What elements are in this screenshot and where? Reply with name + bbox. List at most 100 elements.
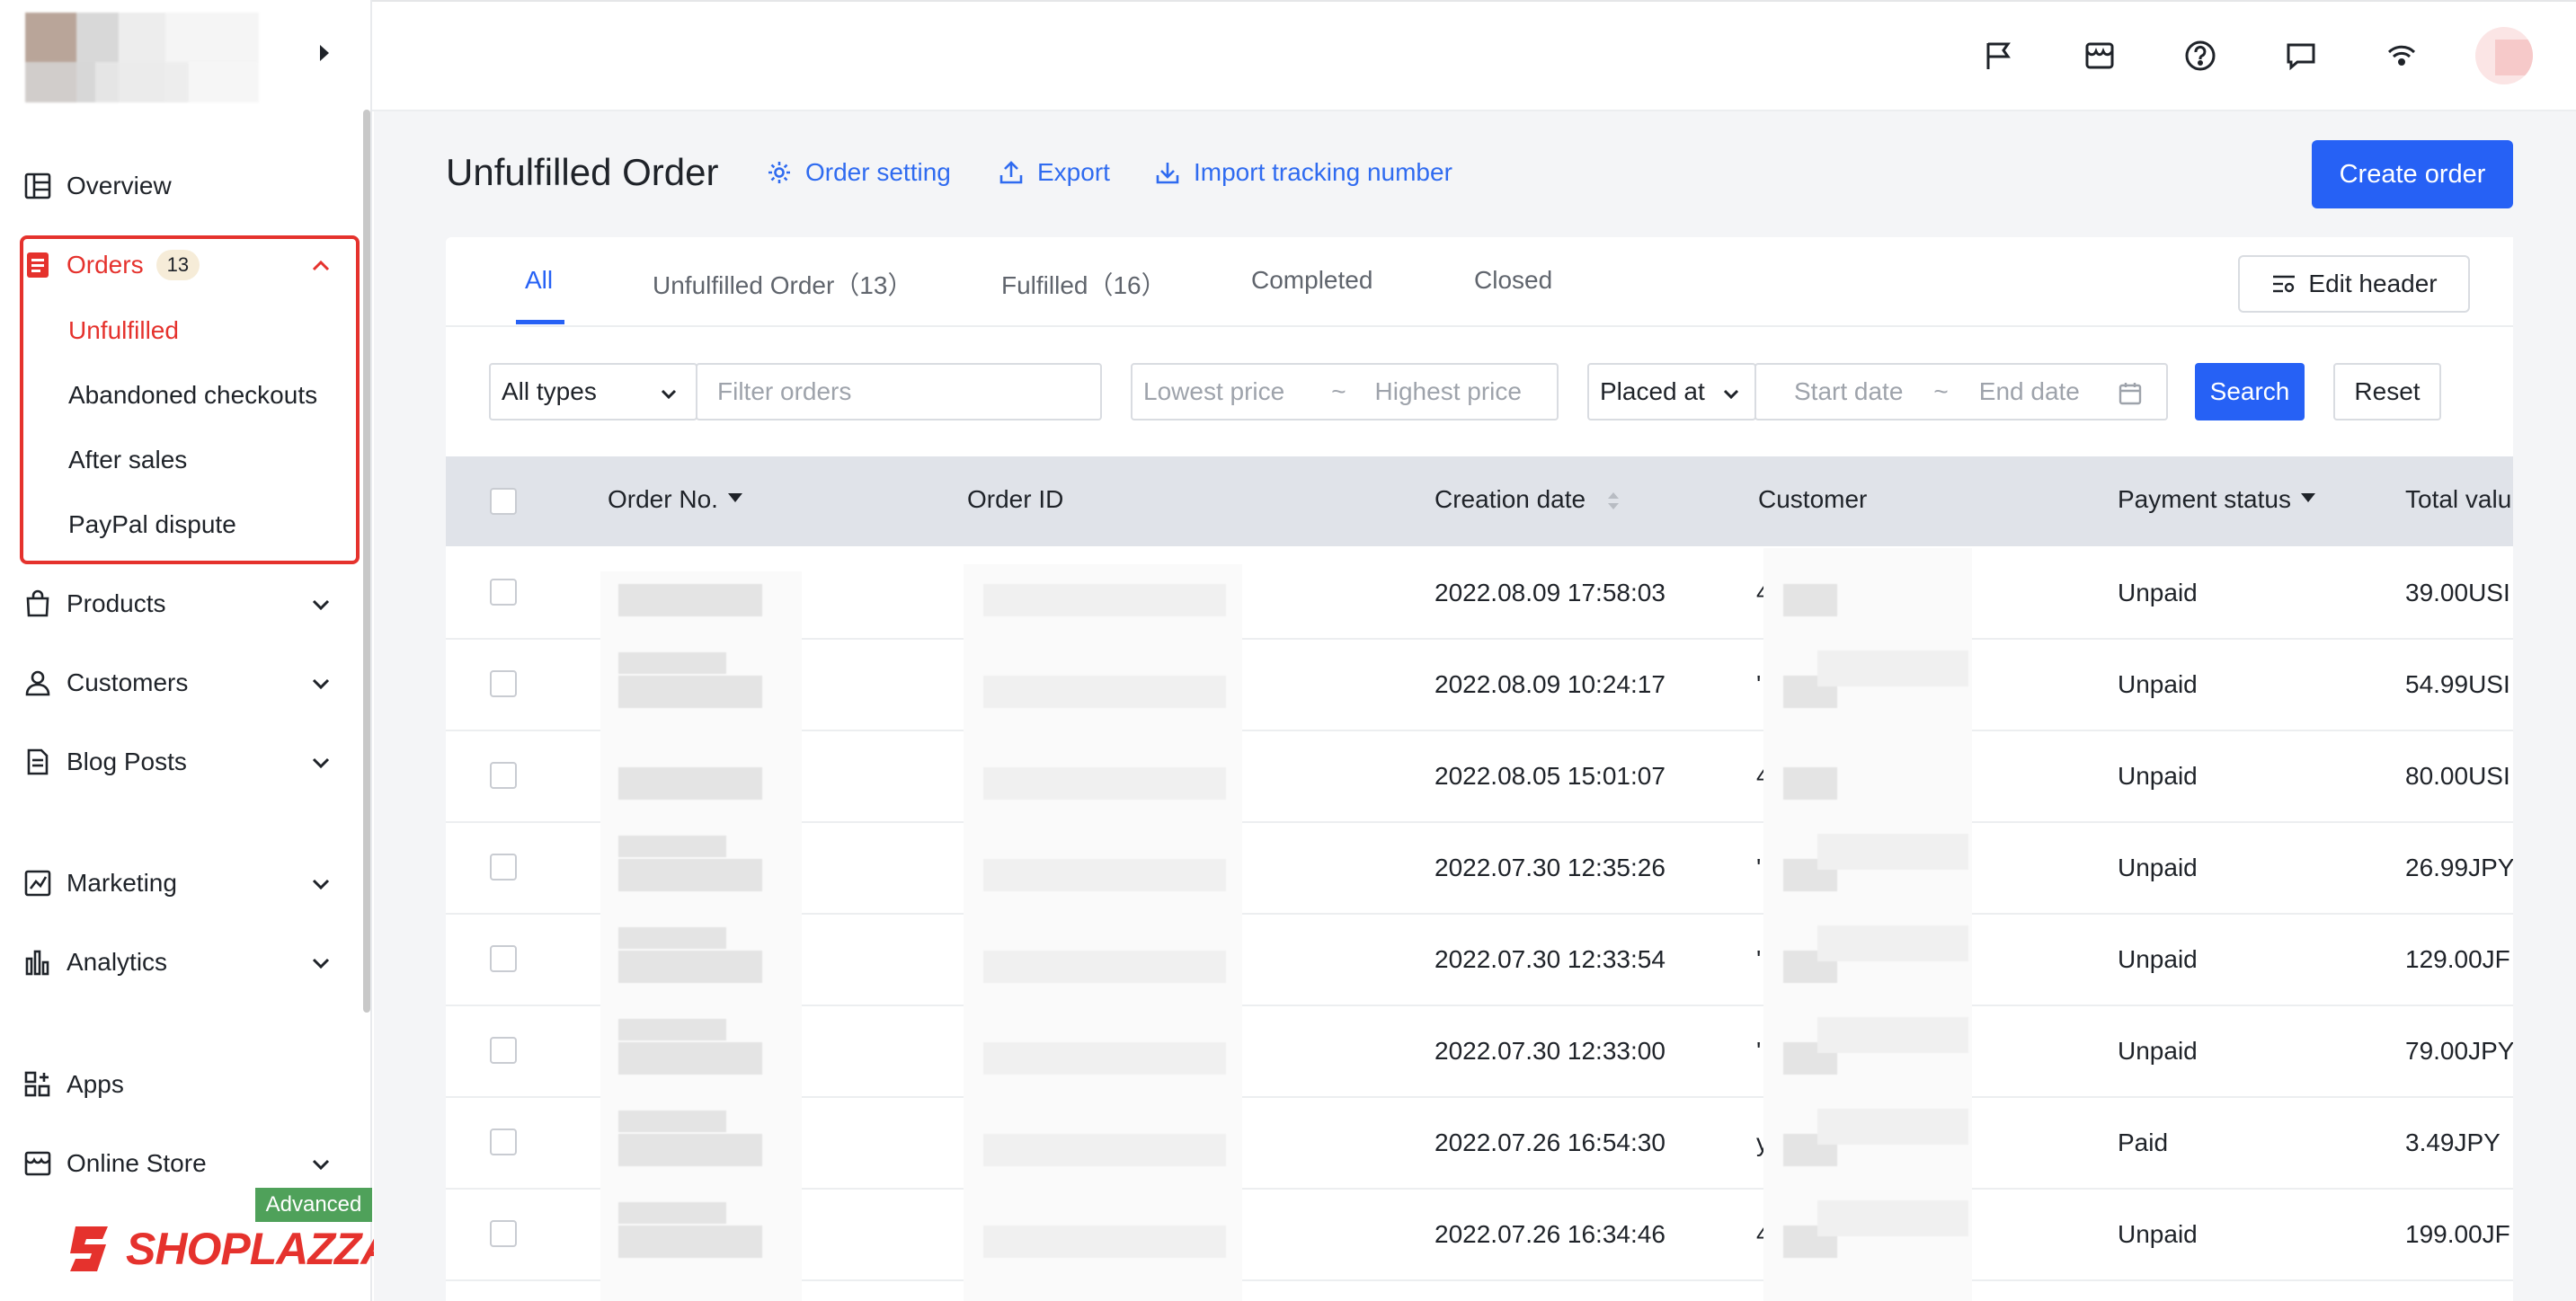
row-checkbox[interactable] — [490, 1128, 517, 1155]
chevron-down-icon[interactable] — [309, 672, 333, 702]
start-date-placeholder[interactable]: Start date — [1794, 377, 1903, 406]
gear-icon — [768, 162, 790, 183]
order-setting-label: Order setting — [805, 158, 951, 186]
row-checkbox[interactable] — [490, 945, 517, 972]
select-all-checkbox[interactable] — [490, 488, 517, 515]
payment-status-cell: Unpaid — [2118, 1220, 2198, 1248]
sidebar-item-label: Online Store — [67, 1149, 207, 1177]
edit-header-button[interactable]: Edit header — [2238, 255, 2470, 313]
import-tracking-label: Import tracking number — [1194, 158, 1452, 186]
tab-completed[interactable]: Completed — [1251, 266, 1372, 295]
sidebar-item-overview[interactable]: Overview — [22, 159, 345, 213]
redacted-block — [618, 927, 726, 949]
message-icon[interactable] — [2281, 36, 2321, 75]
redacted-block — [618, 1134, 762, 1166]
sidebar-item-customers[interactable]: Customers — [22, 656, 345, 710]
sidebar-item-marketing[interactable]: Marketing — [22, 856, 345, 910]
price-range-separator: ~ — [1331, 377, 1346, 405]
row-checkbox[interactable] — [490, 1037, 517, 1064]
chevron-down-icon[interactable] — [309, 751, 333, 781]
redacted-block — [983, 676, 1226, 708]
tab-closed[interactable]: Closed — [1474, 266, 1552, 295]
orders-icon — [22, 249, 54, 281]
chevron-down-icon[interactable] — [309, 593, 333, 623]
reset-button[interactable]: Reset — [2333, 363, 2441, 420]
col-customer: Customer — [1758, 485, 1868, 513]
sidebar-scrollbar[interactable] — [363, 110, 370, 1013]
col-total-value: Total valu — [2405, 485, 2512, 513]
redacted-block — [983, 1226, 1226, 1258]
redacted-block — [1817, 1109, 1968, 1145]
sidebar-item-orders[interactable]: Orders 13 — [22, 238, 345, 292]
creation-date-cell: 2022.07.30 12:35:26 — [1435, 854, 1666, 881]
sort-down-icon[interactable] — [2298, 488, 2318, 508]
row-checkbox[interactable] — [490, 762, 517, 789]
end-date-placeholder[interactable]: End date — [1979, 377, 2080, 406]
highest-price-placeholder[interactable]: Highest price — [1375, 377, 1522, 406]
tab-unfulfilled[interactable]: Unfulfilled Order（13） — [653, 266, 912, 302]
brand-name: SHOPLAZZA — [126, 1224, 394, 1274]
redacted-block — [618, 1111, 726, 1132]
filter-orders-input[interactable]: Filter orders — [696, 363, 1102, 420]
store-icon[interactable] — [2080, 36, 2119, 75]
redacted-block — [1817, 1017, 1968, 1053]
chevron-up-icon[interactable] — [309, 254, 333, 284]
avatar[interactable] — [2475, 27, 2533, 84]
chevron-down-icon — [1723, 389, 1739, 400]
sidebar-item-label: Blog Posts — [67, 748, 187, 775]
help-icon[interactable] — [2181, 36, 2220, 75]
row-checkbox[interactable] — [490, 854, 517, 881]
total-value-cell: 54.99USI — [2405, 670, 2510, 698]
redacted-block — [618, 1226, 762, 1258]
row-checkbox[interactable] — [490, 670, 517, 697]
sidebar-item-products[interactable]: Products — [22, 577, 345, 631]
tab-fulfilled[interactable]: Fulfilled（16） — [1001, 266, 1167, 302]
sidebar-sub-after-sales[interactable]: After sales — [68, 438, 187, 482]
sidebar-item-online-store[interactable]: Online Store — [22, 1137, 345, 1190]
sidebar-item-apps[interactable]: Apps — [22, 1058, 345, 1111]
redacted-block — [983, 1134, 1226, 1166]
col-payment-status[interactable]: Payment status — [2118, 485, 2318, 514]
order-type-select[interactable]: All types — [489, 363, 697, 420]
redacted-block — [1817, 650, 1968, 686]
row-checkbox[interactable] — [490, 579, 517, 606]
chevron-down-icon[interactable] — [309, 1153, 333, 1182]
date-type-select[interactable]: Placed at — [1587, 363, 1756, 420]
sort-icon[interactable] — [1603, 489, 1623, 514]
col-order-id: Order ID — [967, 485, 1064, 513]
col-order-no[interactable]: Order No. — [608, 485, 745, 514]
sidebar-item-analytics[interactable]: Analytics — [22, 935, 345, 989]
col-creation-date[interactable]: Creation date — [1435, 485, 1623, 514]
customer-cell: ' — [1756, 854, 1762, 881]
order-id-blurred-column — [964, 564, 1242, 1301]
tab-all[interactable]: All — [525, 266, 553, 295]
order-setting-link[interactable]: Order setting — [766, 158, 951, 187]
redacted-block — [983, 859, 1226, 891]
sidebar-item-label: Analytics — [67, 948, 168, 976]
export-link[interactable]: Export — [998, 158, 1110, 187]
import-tracking-link[interactable]: Import tracking number — [1154, 158, 1452, 187]
payment-status-cell: Unpaid — [2118, 945, 2198, 973]
redacted-block — [618, 767, 762, 800]
create-order-button[interactable]: Create order — [2312, 140, 2513, 208]
search-button[interactable]: Search — [2195, 363, 2305, 420]
sort-down-icon[interactable] — [725, 488, 745, 508]
redacted-block — [618, 652, 726, 674]
creation-date-cell: 2022.08.09 10:24:17 — [1435, 670, 1666, 698]
lowest-price-placeholder[interactable]: Lowest price — [1143, 377, 1284, 406]
caret-right-icon[interactable] — [320, 45, 329, 61]
store-logo[interactable] — [25, 13, 259, 102]
date-range-input[interactable]: Start date ~ End date — [1754, 363, 2168, 420]
sidebar-item-blog-posts[interactable]: Blog Posts — [22, 735, 345, 789]
wifi-icon[interactable] — [2382, 36, 2421, 75]
price-range-input[interactable]: Lowest price ~ Highest price — [1131, 363, 1559, 420]
chevron-down-icon[interactable] — [309, 872, 333, 902]
chevron-down-icon[interactable] — [309, 951, 333, 981]
sidebar-sub-unfulfilled[interactable]: Unfulfilled — [68, 308, 179, 353]
sidebar-sub-paypal-dispute[interactable]: PayPal dispute — [68, 502, 236, 547]
order-type-value: All types — [502, 377, 597, 405]
flag-icon[interactable] — [1979, 36, 2019, 75]
row-checkbox[interactable] — [490, 1220, 517, 1247]
sidebar-sub-abandoned-checkouts[interactable]: Abandoned checkouts — [68, 373, 317, 418]
sidebar-item-label: Marketing — [67, 869, 177, 897]
